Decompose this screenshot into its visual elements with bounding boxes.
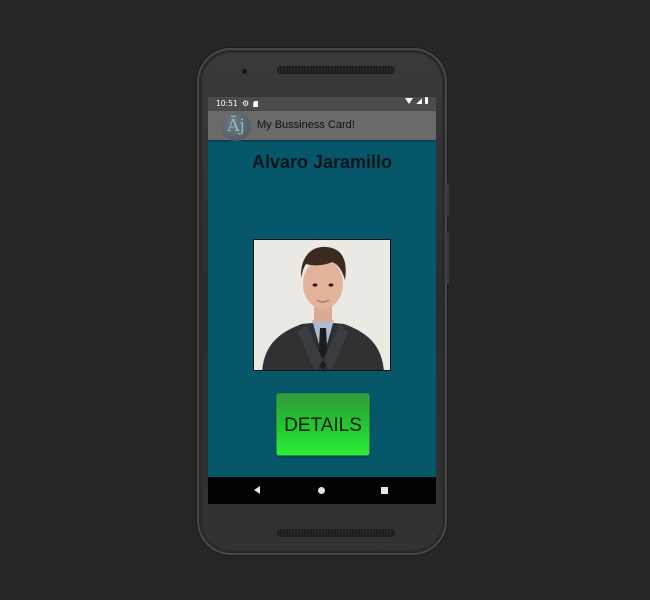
status-time: 10:51 <box>216 99 238 108</box>
battery-icon <box>425 97 428 104</box>
status-left-icons: ⚙ <box>242 97 259 111</box>
home-icon[interactable] <box>318 487 325 494</box>
device-frame-stage: 10:51 ⚙ Āj My Bussiness Card! Alvaro Jar… <box>0 0 650 600</box>
back-icon[interactable] <box>254 486 260 494</box>
bottom-speaker <box>277 529 395 537</box>
signal-icon <box>416 97 422 104</box>
app-bar: Āj My Bussiness Card! <box>208 111 436 141</box>
gear-icon: ⚙ <box>242 99 250 108</box>
front-camera <box>242 69 247 74</box>
details-button[interactable]: DETAILS <box>276 393 370 456</box>
app-logo: Āj <box>221 112 251 141</box>
phone-screen: 10:51 ⚙ Āj My Bussiness Card! Alvaro Jar… <box>208 97 436 504</box>
volume-button <box>446 232 449 284</box>
card-name: Alvaro Jaramillo <box>251 152 393 172</box>
nav-bar <box>208 477 436 504</box>
sd-card-icon <box>253 101 259 107</box>
status-right-icons <box>405 97 428 104</box>
profile-photo-illustration <box>254 240 390 370</box>
status-bar: 10:51 ⚙ <box>208 97 436 111</box>
profile-photo <box>253 239 391 371</box>
app-title: My Bussiness Card! <box>257 119 355 131</box>
recents-icon[interactable] <box>381 487 388 494</box>
wifi-icon <box>405 98 413 104</box>
top-speaker <box>277 66 395 74</box>
power-button <box>446 183 449 217</box>
